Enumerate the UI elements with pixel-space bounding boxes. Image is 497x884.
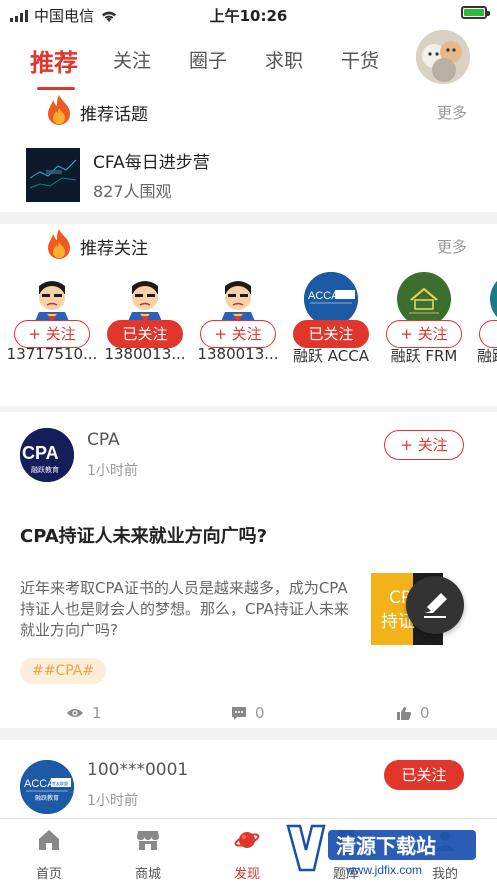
nav-shop[interactable]: 商城 — [113, 827, 183, 882]
following-button[interactable]: 已关注 — [293, 320, 369, 348]
view-count: 1 — [66, 704, 102, 722]
svg-text:ACCA: ACCA — [308, 290, 339, 302]
view-count-value: 1 — [92, 704, 102, 722]
follow-button[interactable]: + — [479, 320, 497, 348]
like-count[interactable]: 0 — [396, 704, 430, 722]
top-tab-bar: 推荐 关注 圈子 求职 干货 — [0, 28, 497, 90]
topic-thumbnail[interactable] — [26, 148, 80, 202]
home-icon — [39, 830, 59, 850]
post-excerpt[interactable]: 近年来考取CPA证书的人员是越来越多，成为CPA持证人也是财会人的梦想。那么，C… — [20, 578, 360, 641]
watermark-url: www.jdfix.com — [345, 863, 422, 877]
status-bar: 中国电信 上午10:26 — [0, 0, 497, 28]
cpa-logo-subtext: 融跃教育 — [31, 465, 59, 474]
fire-icon — [48, 229, 70, 259]
recommended-follows-card: 推荐关注 更多 13717510... + 关注 1380013... 已关注 … — [0, 224, 497, 406]
follow-button[interactable]: + 关注 — [14, 320, 90, 348]
user-avatar[interactable] — [416, 30, 470, 84]
clock: 上午10:26 — [209, 7, 288, 25]
follows-more-link[interactable]: 更多 — [437, 236, 467, 257]
follow-button[interactable]: + 关注 — [200, 320, 276, 348]
acca-logo-text: ACCA — [24, 778, 55, 790]
frm-logo-avatar — [397, 272, 451, 326]
follows-header: 推荐关注 更多 — [0, 224, 497, 264]
topic-tag[interactable]: ##CPA# — [20, 658, 107, 684]
follows-title: 推荐关注 — [80, 239, 148, 259]
post-time: 1小时前 — [87, 793, 138, 809]
comment-icon — [232, 706, 246, 720]
suggested-user-name: 融跃 — [477, 347, 497, 365]
shop-icon — [137, 831, 159, 850]
author-avatar[interactable]: ACCA 考友联盟融跃教育 — [20, 760, 74, 814]
follow-author-button[interactable]: + 关注 — [384, 430, 464, 460]
nav-label: 首页 — [35, 867, 62, 882]
author-name[interactable]: CPA — [87, 430, 120, 450]
tab-resources[interactable]: 干货 — [341, 46, 379, 73]
following-author-button[interactable]: 已关注 — [384, 760, 464, 790]
post-card: CPA 融跃教育 CPA 1小时前 + 关注 CPA持证人未来就业方向广吗? 近年… — [0, 412, 497, 728]
topics-title: 推荐话题 — [80, 105, 148, 125]
tab-jobs[interactable]: 求职 — [265, 46, 303, 73]
author-name[interactable]: 100***0001 — [87, 760, 188, 780]
topic-name[interactable]: CFA每日进步营 — [93, 148, 210, 173]
planet-icon — [234, 832, 260, 848]
tab-circles[interactable]: 圈子 — [189, 46, 227, 73]
nav-home[interactable]: 首页 — [14, 827, 84, 882]
nav-label: 商城 — [134, 867, 161, 882]
pencil-icon — [424, 593, 447, 618]
acca-logo-badge: 考友联盟 — [52, 780, 68, 786]
post-time: 1小时前 — [87, 463, 138, 479]
recommended-topics-card: 推荐话题 更多 CFA每日进步营 827人围观 — [0, 90, 497, 212]
tab-recommend[interactable]: 推荐 — [30, 43, 78, 78]
following-button[interactable]: 已关注 — [107, 320, 183, 348]
post-card: ACCA 考友联盟融跃教育 100***0001 1小时前 已关注 — [0, 740, 497, 818]
like-count-value: 0 — [420, 704, 430, 722]
comment-count[interactable]: 0 — [231, 704, 265, 722]
battery-icon — [461, 6, 490, 19]
topics-more-link[interactable]: 更多 — [437, 102, 467, 123]
acca-logo-avatar: ACCA — [304, 272, 358, 326]
eye-icon — [67, 709, 83, 717]
superhero-avatar — [118, 272, 172, 326]
tab-following[interactable]: 关注 — [113, 46, 151, 73]
author-avatar[interactable]: CPA 融跃教育 — [20, 428, 74, 482]
superhero-avatar — [211, 272, 265, 326]
suggested-user-name: 融跃 FRM — [390, 347, 458, 365]
nav-discover[interactable]: 发现 — [212, 827, 282, 882]
follow-button[interactable]: + 关注 — [386, 320, 462, 348]
post-title[interactable]: CPA持证人未来就业方向广吗? — [20, 522, 267, 548]
watermark-logo: 清源下载站 www.jdfix.com — [286, 824, 476, 877]
acca-logo-subtext: 融跃教育 — [35, 794, 59, 802]
watermark-text: 清源下载站 — [336, 834, 436, 858]
fire-icon — [48, 95, 70, 125]
nav-label: 发现 — [233, 867, 260, 882]
topics-header: 推荐话题 更多 — [0, 90, 497, 130]
topic-view-count: 827人围观 — [93, 182, 172, 201]
comment-count-value: 0 — [255, 704, 265, 722]
teal-logo-avatar — [490, 272, 497, 326]
superhero-avatar — [25, 272, 79, 326]
thumbs-up-icon — [397, 706, 411, 720]
compose-button[interactable] — [406, 576, 464, 634]
cpa-logo-text: CPA — [22, 443, 59, 463]
suggested-user-name: 融跃 ACCA — [293, 347, 369, 365]
